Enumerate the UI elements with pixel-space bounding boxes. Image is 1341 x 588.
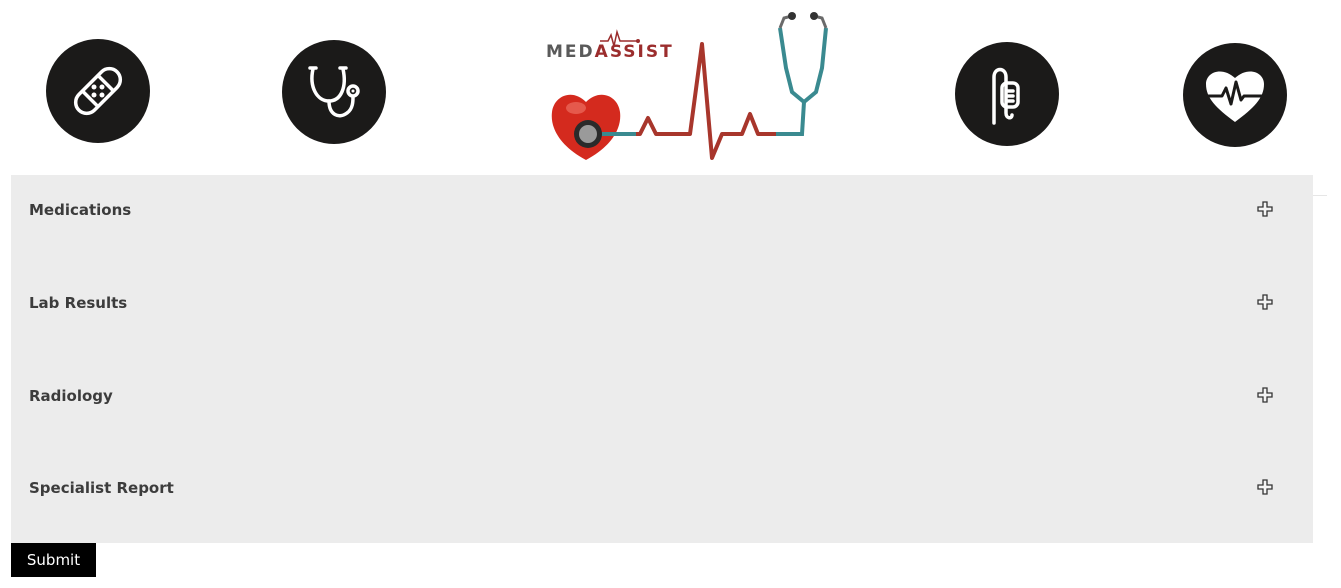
logo-text: MEDASSIST xyxy=(546,42,674,62)
plus-icon[interactable] xyxy=(1257,294,1273,310)
section-lab-results[interactable]: Lab Results xyxy=(11,277,1313,317)
plus-icon[interactable] xyxy=(1257,387,1273,403)
page-header: MEDASSIST xyxy=(0,0,1341,175)
plus-icon[interactable] xyxy=(1257,201,1273,217)
accordion-panel: Medications Lab Results Radiology Specia… xyxy=(11,175,1313,543)
medassist-logo: MEDASSIST xyxy=(540,8,840,168)
heart-pulse-icon xyxy=(1183,43,1287,147)
iv-bag-icon xyxy=(955,42,1059,146)
section-radiology[interactable]: Radiology xyxy=(11,370,1313,410)
section-specialist-report[interactable]: Specialist Report xyxy=(11,462,1313,502)
stethoscope-icon xyxy=(282,40,386,144)
section-title: Radiology xyxy=(29,387,113,405)
bandage-icon xyxy=(46,39,150,143)
section-title: Lab Results xyxy=(29,294,128,312)
section-medications[interactable]: Medications xyxy=(11,184,1313,224)
plus-icon[interactable] xyxy=(1257,479,1273,495)
submit-button[interactable]: Submit xyxy=(11,543,96,577)
section-title: Medications xyxy=(29,201,132,219)
section-title: Specialist Report xyxy=(29,479,174,497)
divider-line xyxy=(1313,195,1327,196)
